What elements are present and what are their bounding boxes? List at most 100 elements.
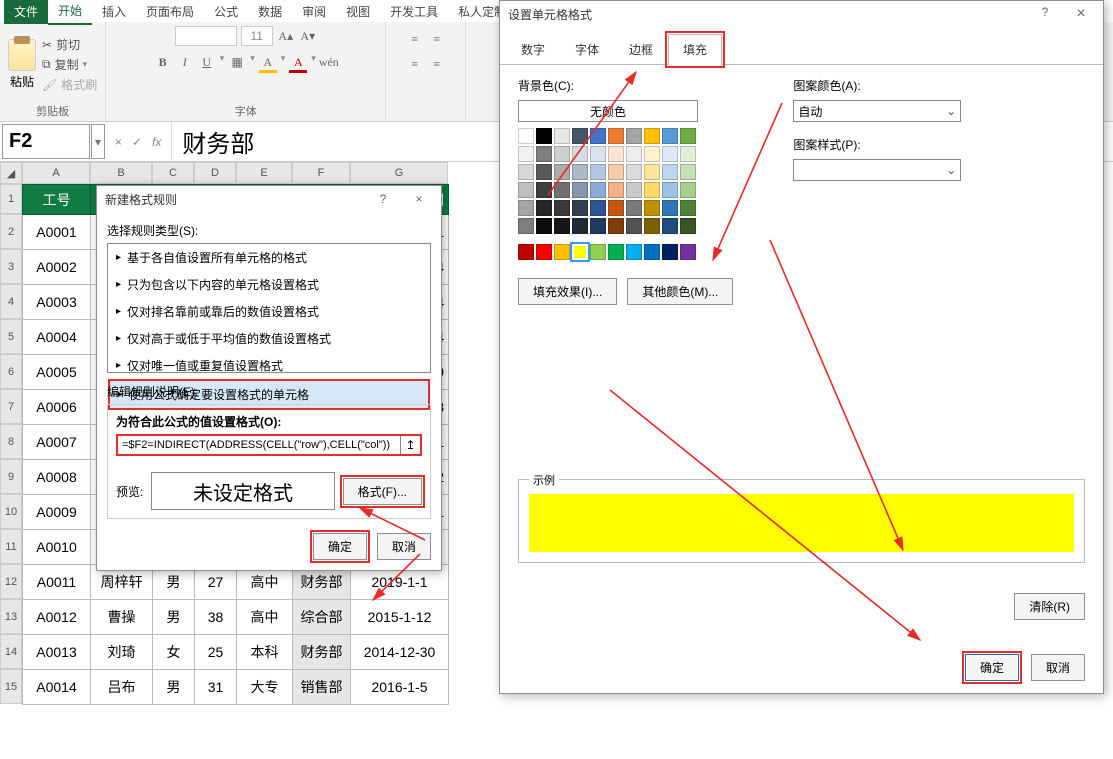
- color-swatch[interactable]: [680, 146, 696, 162]
- color-swatch[interactable]: [590, 244, 606, 260]
- row-header[interactable]: 3: [0, 249, 22, 284]
- help-icon[interactable]: ?: [1031, 5, 1059, 23]
- color-swatch[interactable]: [608, 218, 624, 234]
- dialog-titlebar[interactable]: 设置单元格格式 ? ×: [500, 1, 1103, 27]
- color-swatch[interactable]: [644, 164, 660, 180]
- fill-effects-button[interactable]: 填充效果(I)...: [518, 278, 617, 305]
- tab-border[interactable]: 边框: [614, 34, 668, 65]
- col-header[interactable]: E: [236, 162, 292, 184]
- color-swatch[interactable]: [572, 164, 588, 180]
- color-swatch[interactable]: [626, 164, 642, 180]
- col-header[interactable]: D: [194, 162, 236, 184]
- font-size-select[interactable]: 11: [241, 26, 273, 46]
- cut-button[interactable]: ✂剪切: [42, 36, 97, 53]
- color-swatch[interactable]: [572, 218, 588, 234]
- color-swatch[interactable]: [680, 182, 696, 198]
- color-swatch[interactable]: [536, 200, 552, 216]
- row-header[interactable]: 2: [0, 214, 22, 249]
- color-swatch[interactable]: [626, 218, 642, 234]
- color-swatch[interactable]: [536, 218, 552, 234]
- color-swatch[interactable]: [518, 200, 534, 216]
- color-swatch[interactable]: [554, 164, 570, 180]
- color-swatch[interactable]: [572, 146, 588, 162]
- color-swatch[interactable]: [518, 164, 534, 180]
- close-icon[interactable]: ×: [405, 192, 433, 206]
- rule-type-item[interactable]: 仅对高于或低于平均值的数值设置格式: [108, 325, 430, 352]
- color-swatch[interactable]: [644, 182, 660, 198]
- color-swatch[interactable]: [554, 218, 570, 234]
- color-swatch[interactable]: [626, 182, 642, 198]
- decrease-font-icon[interactable]: A▾: [299, 27, 317, 45]
- color-swatch[interactable]: [626, 146, 642, 162]
- range-picker-icon[interactable]: ↥: [400, 436, 420, 454]
- font-family-select[interactable]: [175, 26, 237, 46]
- color-swatch[interactable]: [554, 146, 570, 162]
- increase-font-icon[interactable]: A▴: [277, 27, 295, 45]
- row-header[interactable]: 5: [0, 319, 22, 354]
- tab-view[interactable]: 视图: [336, 0, 380, 24]
- select-all-corner[interactable]: ◢: [0, 162, 22, 184]
- color-swatch[interactable]: [608, 244, 624, 260]
- tab-fill[interactable]: 填充: [668, 34, 722, 65]
- tab-number[interactable]: 数字: [506, 34, 560, 65]
- color-swatch[interactable]: [680, 164, 696, 180]
- color-swatch[interactable]: [644, 146, 660, 162]
- color-swatch[interactable]: [662, 182, 678, 198]
- rule-type-item[interactable]: 仅对排名靠前或靠后的数值设置格式: [108, 298, 430, 325]
- tab-home[interactable]: 开始: [48, 0, 92, 25]
- align-left-icon[interactable]: ≡: [406, 55, 424, 73]
- row-header[interactable]: 11: [0, 529, 22, 564]
- pattern-style-select[interactable]: ⌄: [793, 159, 961, 181]
- color-swatch[interactable]: [680, 200, 696, 216]
- color-swatch[interactable]: [626, 200, 642, 216]
- formula-cancel-icon[interactable]: ×: [115, 135, 122, 149]
- rule-type-list[interactable]: 基于各自值设置所有单元格的格式 只为包含以下内容的单元格设置格式 仅对排名靠前或…: [107, 243, 431, 373]
- row-header[interactable]: 13: [0, 599, 22, 634]
- tab-review[interactable]: 审阅: [292, 0, 336, 24]
- color-swatch[interactable]: [518, 218, 534, 234]
- format-button[interactable]: 格式(F)...: [343, 478, 422, 505]
- color-swatch[interactable]: [680, 218, 696, 234]
- formula-field[interactable]: [118, 436, 400, 454]
- color-swatch[interactable]: [662, 146, 678, 162]
- color-swatch[interactable]: [680, 244, 696, 260]
- color-swatch[interactable]: [518, 182, 534, 198]
- font-color-button[interactable]: A: [289, 53, 307, 71]
- color-swatch[interactable]: [590, 146, 606, 162]
- tab-file[interactable]: 文件: [4, 0, 48, 24]
- color-swatch[interactable]: [608, 182, 624, 198]
- rule-type-item[interactable]: 只为包含以下内容的单元格设置格式: [108, 271, 430, 298]
- color-swatch[interactable]: [572, 200, 588, 216]
- format-painter-button[interactable]: 🖌格式刷: [42, 76, 97, 93]
- color-swatch[interactable]: [536, 128, 552, 144]
- color-swatch[interactable]: [608, 128, 624, 144]
- color-swatch[interactable]: [572, 244, 588, 260]
- color-swatch[interactable]: [608, 146, 624, 162]
- align-top-icon[interactable]: ≡: [406, 30, 424, 48]
- color-swatch[interactable]: [626, 128, 642, 144]
- color-swatch[interactable]: [518, 244, 534, 260]
- cancel-button[interactable]: 取消: [1031, 654, 1085, 681]
- tab-developer[interactable]: 开发工具: [380, 0, 448, 24]
- no-color-button[interactable]: 无颜色: [518, 100, 698, 122]
- row-header[interactable]: 12: [0, 564, 22, 599]
- fx-icon[interactable]: fx: [152, 135, 161, 149]
- tab-formulas[interactable]: 公式: [204, 0, 248, 24]
- copy-button[interactable]: ⧉复制▾: [42, 56, 97, 73]
- color-swatch[interactable]: [590, 164, 606, 180]
- close-icon[interactable]: ×: [1067, 5, 1095, 23]
- italic-button[interactable]: I: [176, 53, 194, 71]
- color-swatch[interactable]: [662, 164, 678, 180]
- color-swatch[interactable]: [662, 128, 678, 144]
- fill-color-button[interactable]: A: [259, 53, 277, 71]
- color-swatch[interactable]: [536, 164, 552, 180]
- color-swatch[interactable]: [644, 200, 660, 216]
- col-header[interactable]: B: [90, 162, 152, 184]
- row-header[interactable]: 10: [0, 494, 22, 529]
- color-swatch[interactable]: [572, 182, 588, 198]
- clear-button[interactable]: 清除(R): [1014, 593, 1085, 620]
- col-header[interactable]: A: [22, 162, 90, 184]
- color-swatch[interactable]: [554, 182, 570, 198]
- ok-button[interactable]: 确定: [965, 654, 1019, 681]
- color-swatch[interactable]: [572, 128, 588, 144]
